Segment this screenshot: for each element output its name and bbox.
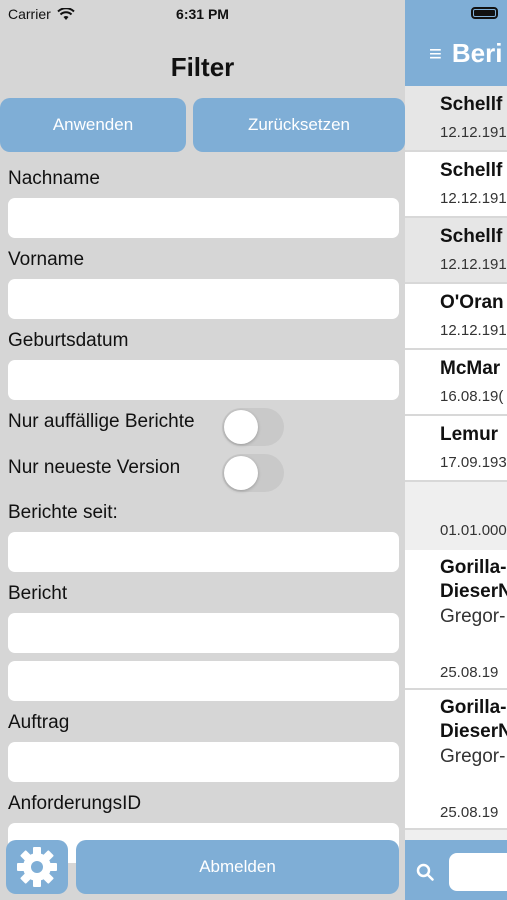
- list-item[interactable]: Gorilla- DieserN Gregor- 25.08.19: [405, 550, 507, 690]
- search-bar: [405, 840, 507, 900]
- filter-panel: Carrier 6:31 PM Filter Anwenden Zurückse…: [0, 0, 405, 900]
- battery-icon: [471, 7, 498, 19]
- nachname-field[interactable]: [8, 198, 399, 238]
- logout-button[interactable]: Abmelden: [76, 840, 399, 894]
- menu-icon[interactable]: ≡: [429, 41, 442, 67]
- list-item-date: 25.08.19: [440, 804, 499, 821]
- list-item-subtitle: Gregor-: [440, 606, 506, 627]
- bericht-field-2[interactable]: [8, 661, 399, 701]
- list-item-subtitle: Gregor-: [440, 746, 506, 767]
- list-item-date: 12.12.191: [440, 190, 507, 207]
- list-item-name: Schellf: [440, 160, 503, 181]
- list-item-name: DieserN: [440, 721, 507, 742]
- list-title: ≡ Beri: [429, 38, 502, 69]
- list-item-date: 25.08.19: [440, 664, 499, 681]
- auftrag-field[interactable]: [8, 742, 399, 782]
- bericht-field-1[interactable]: [8, 613, 399, 653]
- apply-button[interactable]: Anwenden: [0, 98, 186, 152]
- report-list-panel: ≡ Beri Schellf 12.12.191 Schellf 12.12.1…: [405, 0, 507, 900]
- search-input[interactable]: [449, 853, 507, 891]
- list-item-name: Schellf: [440, 226, 503, 247]
- list-item[interactable]: Gorilla- DieserN Gregor- 25.08.19: [405, 690, 507, 830]
- list-item[interactable]: O'Oran 12.12.191: [405, 284, 507, 350]
- list-item-date: 16.08.19(: [440, 388, 504, 405]
- list-item[interactable]: McMar 16.08.19(: [405, 350, 507, 416]
- geburtsdatum-label: Geburtsdatum: [8, 330, 129, 351]
- geburtsdatum-field[interactable]: [8, 360, 399, 400]
- list-item-name: McMar: [440, 358, 501, 379]
- list-item[interactable]: Schellf 12.12.191: [405, 86, 507, 152]
- list-item-date: 01.01.000: [440, 522, 507, 539]
- list-item-name: Gorilla-: [440, 557, 507, 578]
- reset-button[interactable]: Zurücksetzen: [193, 98, 405, 152]
- nur-auffaellige-label: Nur auffällige Berichte: [8, 411, 195, 432]
- status-time: 6:31 PM: [176, 6, 229, 22]
- list-item-name: O'Oran: [440, 292, 504, 313]
- settings-button[interactable]: [6, 840, 68, 894]
- list-item-name: DieserN: [440, 581, 507, 602]
- nur-auffaellige-toggle[interactable]: [222, 408, 284, 446]
- list-item-date: 17.09.193: [440, 454, 507, 471]
- list-item-date: 12.12.191: [440, 124, 507, 141]
- list-item-name: Gorilla-: [440, 697, 507, 718]
- list-item[interactable]: Schellf 12.12.191: [405, 218, 507, 284]
- berichte-seit-label: Berichte seit:: [8, 502, 118, 523]
- list-item-name: Schellf: [440, 94, 503, 115]
- list-item[interactable]: Lemur 17.09.193: [405, 416, 507, 482]
- nur-neueste-label: Nur neueste Version: [8, 457, 181, 478]
- vorname-field[interactable]: [8, 279, 399, 319]
- list-header: ≡ Beri: [405, 0, 507, 86]
- list-item[interactable]: Schellf 12.12.191: [405, 152, 507, 218]
- list-item-name: Lemur: [440, 424, 499, 445]
- list-item[interactable]: 01.01.000: [405, 482, 507, 550]
- auftrag-label: Auftrag: [8, 712, 70, 733]
- nur-neueste-toggle[interactable]: [222, 454, 284, 492]
- gear-icon: [17, 847, 57, 887]
- nachname-label: Nachname: [8, 168, 100, 189]
- berichte-seit-field[interactable]: [8, 532, 399, 572]
- search-icon: [416, 863, 434, 881]
- list-item-date: 12.12.191: [440, 256, 507, 273]
- list-item-date: 12.12.191: [440, 322, 507, 339]
- bericht-label: Bericht: [8, 583, 68, 604]
- anforderungsid-label: AnforderungsID: [8, 793, 142, 814]
- list-title-text: Beri: [451, 38, 503, 68]
- vorname-label: Vorname: [8, 249, 85, 270]
- filter-title: Filter: [170, 52, 235, 82]
